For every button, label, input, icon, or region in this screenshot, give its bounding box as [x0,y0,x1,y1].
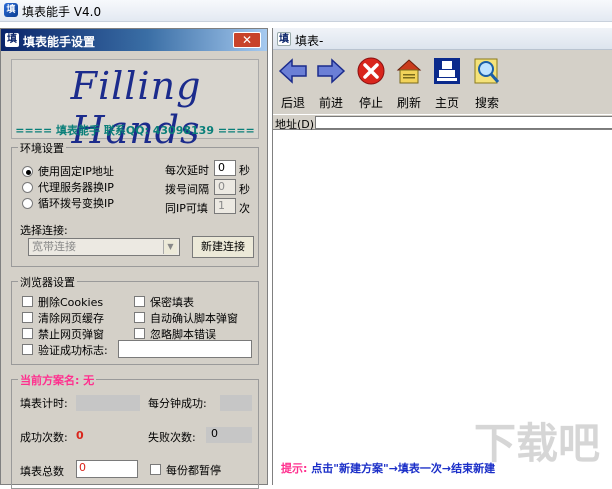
address-bar: 地址(D) [273,114,612,131]
checkbox-secret-fill-label: 保密填表 [150,296,194,309]
back-arrow-icon [278,58,307,84]
success-count: 0 [76,429,84,442]
fail-count: 0 [206,427,252,443]
pause-each-label: 每份都暂停 [166,464,221,477]
checkbox-block-popups[interactable] [22,328,33,339]
delay-label: 每次延时 [165,164,209,177]
checkbox-pause-each[interactable] [150,464,161,475]
app-logo-icon: 填 [4,3,18,17]
total-input[interactable]: 0 [76,460,138,478]
dial-interval-unit: 秒 [239,183,250,196]
checkbox-verify-flag[interactable] [22,344,33,355]
verify-flag-label: 验证成功标志: [38,344,108,357]
settings-title: 填表能手设置 [23,35,96,49]
env-settings-group: 环境设置 使用固定IP地址 代理服务器换IP 循环拨号变换IP 每次延时 0 秒… [11,140,259,267]
hint-bar: 提示: 点击"新建方案"→填表一次→结束新建 [281,460,495,476]
stop-button[interactable]: 停止 [353,54,389,110]
checkbox-block-popups-label: 禁止网页弹窗 [38,328,104,341]
checkbox-ignore-errors[interactable] [134,328,145,339]
browser-title: 填表- [295,34,324,48]
close-button[interactable]: ✕ [233,32,261,48]
address-input[interactable] [315,116,612,129]
same-ip-label: 同IP可填 [165,202,208,215]
app-title: 填表能手 V4.0 [22,5,102,19]
timer-value [76,395,140,411]
home-button[interactable]: 主页 [429,54,465,110]
delay-unit: 秒 [239,164,250,177]
back-button[interactable]: 后退 [275,54,311,110]
web-content-area[interactable] [273,132,612,456]
browser-titlebar: 填 填表- [273,28,612,50]
checkbox-clear-cache[interactable] [22,312,33,323]
connection-label: 选择连接: [20,224,68,237]
logo-text: Filling Hands [70,64,202,152]
browser-logo-icon: 填 [277,32,291,46]
total-label: 填表总数 [20,465,64,478]
search-label: 搜索 [474,96,499,110]
verify-flag-input[interactable] [118,340,252,358]
search-icon [474,58,500,84]
forward-label: 前进 [318,96,343,110]
app-titlebar: 填 填表能手 V4.0 [0,0,612,22]
refresh-button[interactable]: 刷新 [391,54,427,110]
chevron-down-icon[interactable]: ▼ [163,240,177,254]
hint-text: 点击"新建方案"→填表一次→结束新建 [311,462,496,475]
checkbox-delete-cookies-label: 删除Cookies [38,296,104,309]
forward-button[interactable]: 前进 [313,54,349,110]
connection-select-value: 宽带连接 [32,240,76,253]
per-minute-value [220,395,252,411]
settings-titlebar: 填 填表能手设置 ✕ [1,29,267,51]
plan-group: 当前方案名: 无 填表计时: 每分钟成功: 成功次数: 0 失败次数: 0 填表… [11,372,259,489]
hint-label: 提示: [281,462,308,475]
radio-proxy-ip[interactable] [22,182,33,193]
settings-logo-icon: 填 [5,33,19,47]
env-settings-legend: 环境设置 [18,140,66,156]
browser-settings-legend: 浏览器设置 [18,274,77,290]
home-icon [434,58,460,84]
address-label: 地址(D) [275,118,315,131]
dial-interval-input[interactable]: 0 [214,179,236,195]
settings-window: 填 填表能手设置 ✕ Filling Hands ==== 填表能手 联系QQ:… [0,28,268,489]
radio-fixed-ip[interactable] [22,166,33,177]
delay-input[interactable]: 0 [214,160,236,176]
same-ip-unit: 次 [239,202,250,215]
new-connection-button[interactable]: 新建连接 [192,236,254,258]
checkbox-secret-fill[interactable] [134,296,145,307]
success-label: 成功次数: [20,431,68,444]
radio-fixed-ip-label: 使用固定IP地址 [38,165,114,178]
plan-legend: 当前方案名: 无 [18,372,97,388]
watermark: 下载吧 [474,419,601,468]
per-minute-label: 每分钟成功: [148,397,207,410]
refresh-icon [396,59,422,84]
radio-proxy-ip-label: 代理服务器换IP [38,181,114,194]
contact-text: ==== 填表能手 联系QQ: 43098139 ==== [15,124,255,137]
same-ip-input[interactable]: 1 [214,198,236,214]
browser-settings-group: 浏览器设置 删除Cookies 保密填表 清除网页缓存 自动确认脚本弹窗 禁止网… [11,274,259,365]
checkbox-auto-confirm[interactable] [134,312,145,323]
radio-dial-ip-label: 循环拨号变换IP [38,197,114,210]
search-button[interactable]: 搜索 [469,54,505,110]
stop-icon [357,57,385,85]
forward-arrow-icon [317,58,346,84]
checkbox-auto-confirm-label: 自动确认脚本弹窗 [150,312,238,325]
dial-interval-label: 拨号间隔 [165,183,209,196]
fail-label: 失败次数: [148,431,196,444]
home-label: 主页 [434,96,459,110]
radio-dial-ip[interactable] [22,198,33,209]
browser-toolbar: 后退 前进 停止 刷新 主页 搜索 [273,50,612,114]
connection-select[interactable]: 宽带连接 ▼ [28,238,180,256]
timer-label: 填表计时: [20,397,68,410]
checkbox-clear-cache-label: 清除网页缓存 [38,312,104,325]
checkbox-delete-cookies[interactable] [22,296,33,307]
